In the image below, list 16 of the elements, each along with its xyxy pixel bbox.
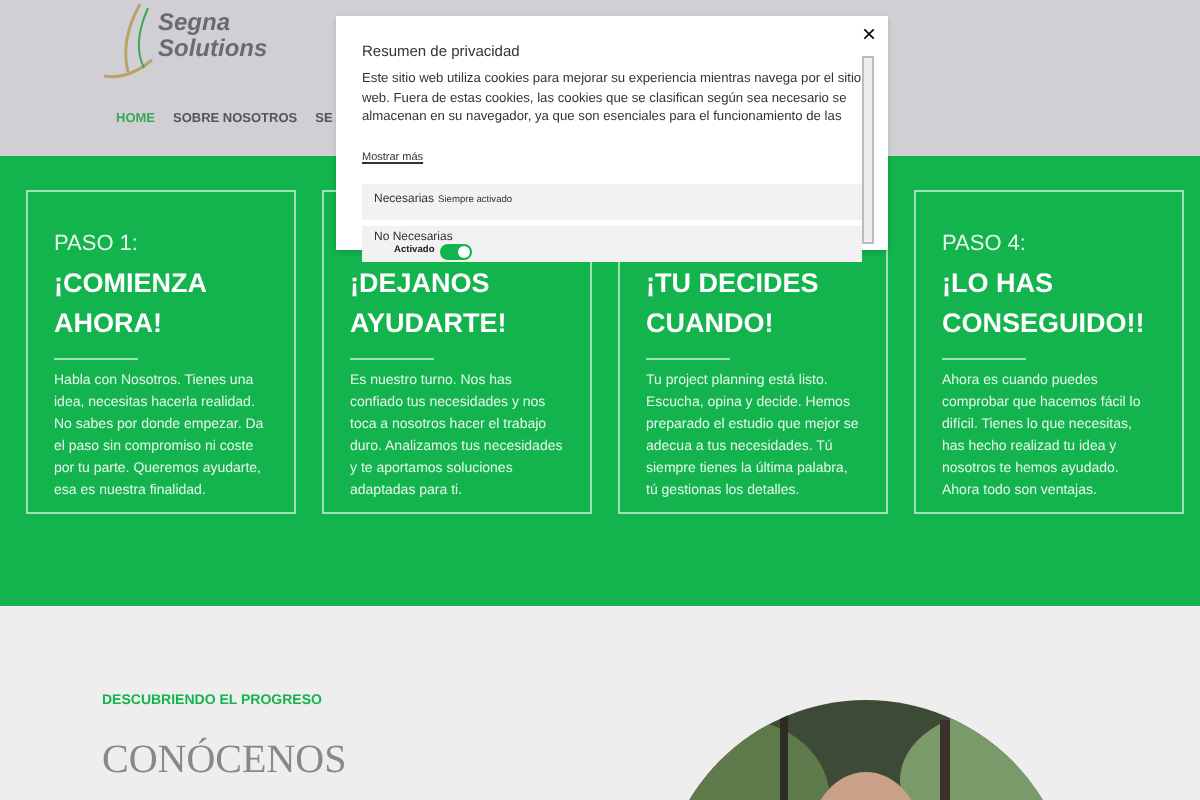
step-title: ¡TU DECIDES [646,266,819,302]
logo-text: Solutions [158,36,268,62]
step-title: CONSEGUIDO!! [942,306,1145,342]
toggle-switch[interactable] [440,243,473,260]
section-heading: CONÓCENOS [102,735,347,785]
step-title: ¡LO HAS [942,266,1053,302]
step-title: CUANDO! [646,306,774,342]
step-title: AYUDARTE! [350,306,507,342]
step-label: PASO 1: [54,232,140,258]
step-title: AHORA! [54,306,162,342]
logo-text: Segna [158,10,231,36]
step-title: ¡COMIENZA [54,266,207,302]
step-title: ¡DEJANOS [350,266,490,302]
swoosh-icon [100,0,156,84]
close-button[interactable]: × [861,22,876,46]
step-label: PASO 4: [942,232,1028,258]
